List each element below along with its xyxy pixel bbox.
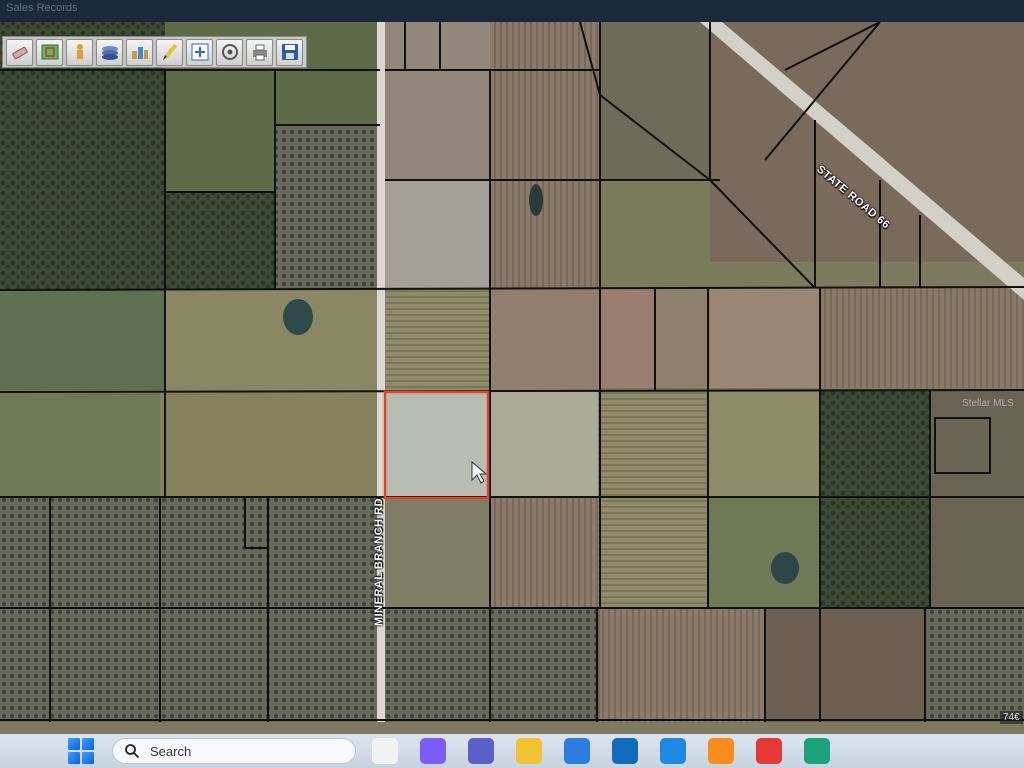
select-map-icon — [41, 44, 58, 60]
save-tool-button[interactable] — [276, 38, 303, 66]
identify-tool-button[interactable] — [66, 38, 93, 66]
layers-icon — [101, 46, 118, 60]
scale-readout: 74€ — [1000, 711, 1023, 724]
buffer-tool-button[interactable] — [216, 38, 243, 66]
outlook-icon[interactable] — [612, 738, 638, 764]
pencil-icon — [162, 43, 177, 60]
windows-logo-icon — [68, 738, 80, 750]
chrome-icon[interactable] — [756, 738, 782, 764]
eraser-tool-button[interactable] — [6, 38, 33, 66]
windows-taskbar: Search — [0, 734, 1024, 768]
teams-icon[interactable] — [468, 738, 494, 764]
copilot-icon[interactable] — [420, 738, 446, 764]
watermark: Stellar MLS — [962, 398, 1014, 409]
map-toolbar — [2, 36, 307, 68]
firefox-icon[interactable] — [708, 738, 734, 764]
zoom-extent-icon — [191, 43, 208, 61]
identify-icon — [76, 44, 83, 59]
buildings-icon — [131, 47, 148, 59]
pencil-tool-button[interactable] — [156, 38, 183, 66]
edge-icon[interactable] — [804, 738, 830, 764]
aerial-map[interactable]: STATE ROAD 66 MINERAL BRANCH RD Stellar … — [0, 22, 1024, 734]
map-canvas[interactable] — [0, 22, 1024, 734]
print-tool-button[interactable] — [246, 38, 273, 66]
buildings-tool-button[interactable] — [126, 38, 153, 66]
task-view-icon[interactable] — [372, 738, 398, 764]
search-icon — [125, 744, 140, 759]
tab-title[interactable]: Sales Records — [6, 2, 78, 14]
vscode-icon[interactable] — [660, 738, 686, 764]
file-explorer-icon[interactable] — [516, 738, 542, 764]
layers-tool-button[interactable] — [96, 38, 123, 66]
eraser-icon — [11, 46, 28, 60]
highlighted-parcel-fill — [385, 390, 488, 498]
taskbar-search[interactable]: Search — [112, 738, 356, 764]
store-icon[interactable] — [564, 738, 590, 764]
road-label-mineral-branch-rd: MINERAL BRANCH RD — [373, 497, 385, 627]
buffer-icon — [221, 44, 238, 60]
search-placeholder: Search — [150, 743, 192, 759]
print-icon — [252, 44, 267, 61]
start-button[interactable] — [68, 738, 94, 764]
select-map-tool-button[interactable] — [36, 38, 63, 66]
save-icon — [281, 44, 298, 60]
browser-tab-strip: Sales Records — [0, 0, 1024, 22]
zoom-extent-tool-button[interactable] — [186, 38, 213, 66]
